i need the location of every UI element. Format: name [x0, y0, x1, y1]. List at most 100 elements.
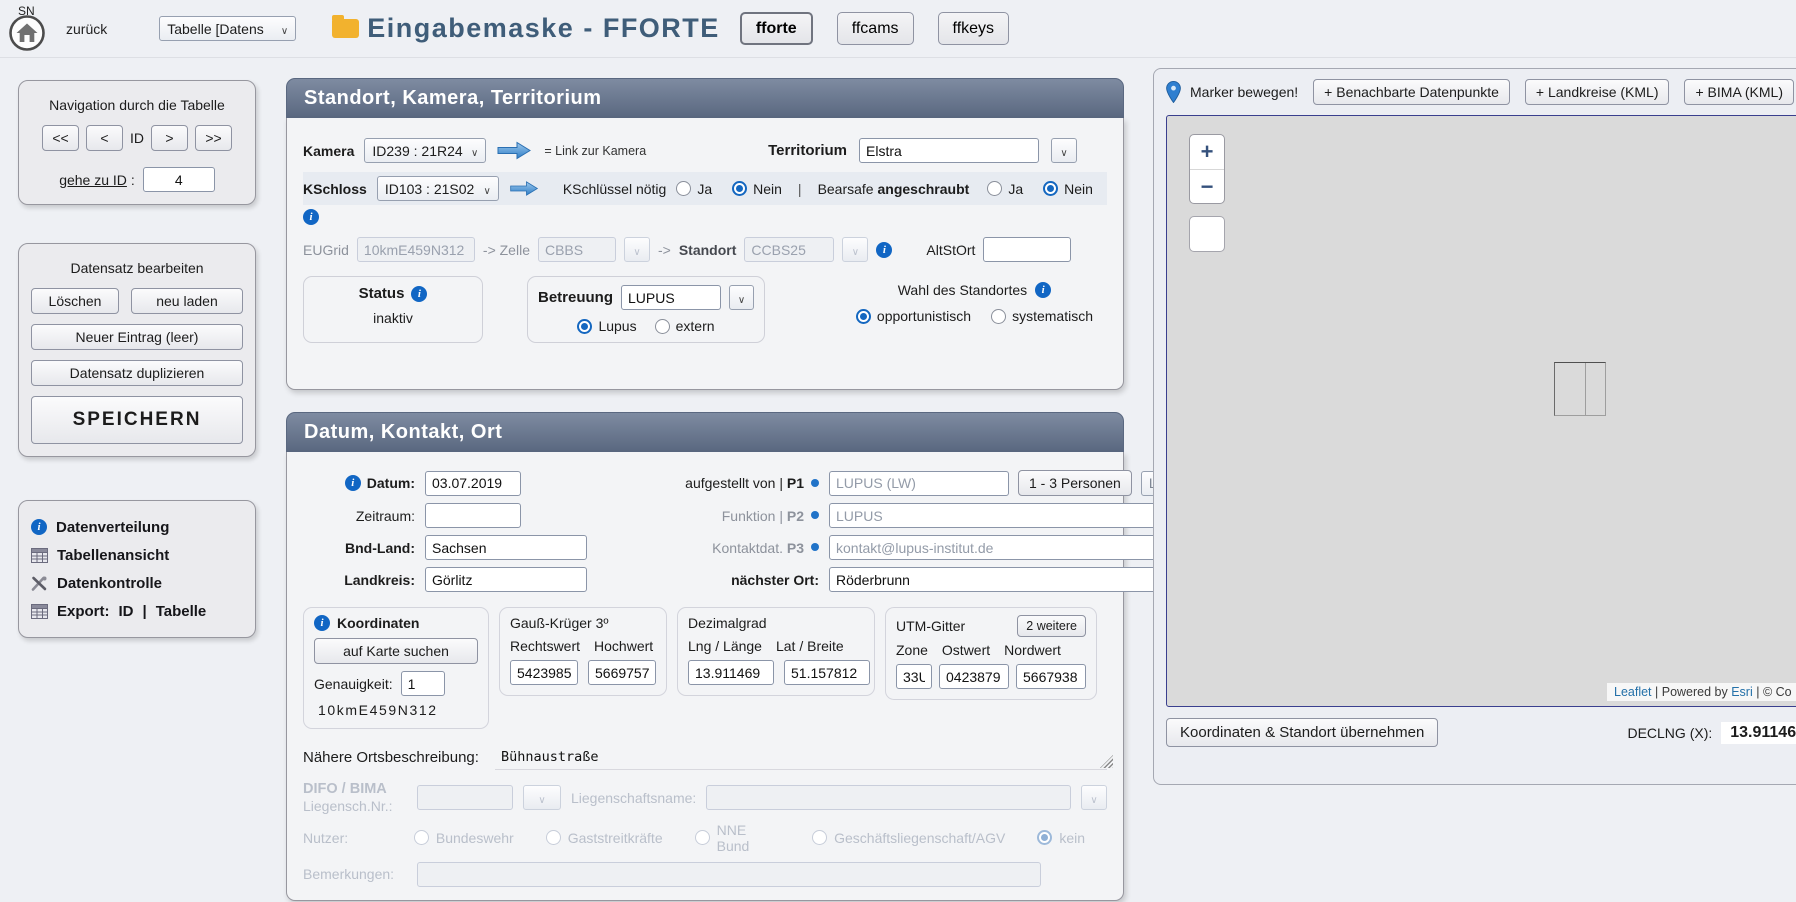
bearsafe-nein-label: Nein	[1064, 181, 1093, 197]
territorium-input[interactable]	[859, 138, 1039, 163]
nutzer-gaststreitkraefte-radio	[546, 830, 561, 845]
betreuung-select-button[interactable]	[729, 285, 754, 310]
goto-id-input[interactable]	[143, 167, 215, 192]
more-coords-button[interactable]: 2 weitere	[1017, 615, 1086, 637]
liegenschaftsname-input	[706, 785, 1071, 810]
nav-last-button[interactable]: >>	[195, 125, 232, 151]
table-icon	[31, 604, 48, 619]
zeitraum-input[interactable]	[425, 503, 521, 528]
table-select[interactable]: Tabelle [Datens	[159, 16, 296, 41]
kschluessel-nein-radio[interactable]	[732, 181, 747, 196]
map-panel: Marker bewegen! + Benachbarte Datenpunkt…	[1153, 68, 1796, 785]
chevron-down-icon	[738, 290, 745, 306]
bndland-input[interactable]	[425, 535, 587, 560]
link-datenverteilung[interactable]: i Datenverteilung	[31, 513, 243, 541]
kamera-link-note: = Link zur Kamera	[544, 144, 646, 158]
landkreise-kml-button[interactable]: + Landkreise (KML)	[1525, 79, 1670, 105]
reload-button[interactable]: neu laden	[131, 288, 243, 314]
neighbors-button[interactable]: + Benachbarte Datenpunkte	[1313, 79, 1510, 105]
betreuung-lupus-radio[interactable]	[577, 319, 592, 334]
genauigkeit-input[interactable]	[401, 671, 445, 696]
duplicate-button[interactable]: Datensatz duplizieren	[31, 360, 243, 386]
nutzer-kein-label: kein	[1059, 830, 1085, 846]
betreuung-extern-radio[interactable]	[655, 319, 670, 334]
zoom-out-button[interactable]: −	[1190, 169, 1224, 203]
wahl-label: Wahl des Standortes	[898, 282, 1027, 298]
info-icon	[811, 479, 819, 487]
rechtswert-input[interactable]	[510, 660, 578, 685]
territorium-select-button[interactable]	[1051, 138, 1077, 163]
p3-label: Kontaktdat. P3	[712, 540, 804, 556]
ortsbeschreibung-input[interactable]	[495, 745, 1107, 770]
marker-label: Marker bewegen!	[1190, 84, 1298, 100]
leaflet-link[interactable]: Leaflet	[1614, 685, 1652, 699]
info-icon[interactable]: i	[1035, 282, 1051, 298]
bearsafe-ja-radio[interactable]	[987, 181, 1002, 196]
zone-input[interactable]	[896, 664, 932, 689]
apply-coordinates-button[interactable]: Koordinaten & Standort übernehmen	[1166, 718, 1438, 747]
link-arrow-icon[interactable]	[496, 141, 532, 160]
kschluessel-ja-radio[interactable]	[676, 181, 691, 196]
genauigkeit-label: Genauigkeit:	[314, 676, 393, 692]
personen-button[interactable]: 1 - 3 Personen	[1018, 470, 1132, 496]
betreuung-input[interactable]	[621, 285, 721, 310]
zelle-input	[538, 237, 616, 262]
nutzer-label: Nutzer:	[303, 830, 404, 846]
standort-arrow: ->	[658, 242, 671, 258]
link-datenkontrolle[interactable]: Datenkontrolle	[31, 569, 243, 597]
info-icon[interactable]: i	[876, 242, 892, 258]
nav-first-button[interactable]: <<	[42, 125, 79, 151]
info-icon[interactable]: i	[411, 286, 427, 302]
hochwert-input[interactable]	[588, 660, 656, 685]
link-arrow-icon[interactable]	[509, 180, 539, 197]
altstort-label: AltStOrt	[926, 242, 975, 258]
home-icon[interactable]	[8, 14, 46, 55]
bearsafe-nein-radio[interactable]	[1043, 181, 1058, 196]
tab-fforte[interactable]: fforte	[740, 12, 813, 45]
nav-prev-button[interactable]: <	[86, 125, 123, 151]
standort-panel-title: Standort, Kamera, Territorium	[286, 78, 1124, 118]
wahl-systematisch-radio[interactable]	[991, 309, 1006, 324]
attribution-separator: |	[1652, 685, 1662, 699]
wahl-opportunistisch-radio[interactable]	[856, 309, 871, 324]
lng-label: Lng / Länge	[688, 638, 762, 654]
info-icon[interactable]: i	[345, 475, 361, 491]
link-datenkontrolle-label: Datenkontrolle	[57, 575, 162, 592]
bndland-label: Bnd-Land:	[345, 540, 415, 556]
page-title: Eingabemaske - FFORTE	[367, 13, 720, 44]
delete-button[interactable]: Löschen	[31, 288, 119, 314]
new-entry-button[interactable]: Neuer Eintrag (leer)	[31, 324, 243, 350]
kamera-select[interactable]: ID239 : 21R24	[364, 138, 486, 163]
navigation-box: Navigation durch die Tabelle << < ID > >…	[18, 80, 256, 205]
nav-next-button[interactable]: >	[151, 125, 188, 151]
lat-input[interactable]	[784, 660, 870, 685]
link-tabellenansicht[interactable]: Tabellenansicht	[31, 541, 243, 569]
ostwert-input[interactable]	[939, 664, 1009, 689]
export-id-link[interactable]: ID	[119, 603, 134, 620]
map-canvas[interactable]: + − Leaflet | Powered by Esri | © Co	[1166, 115, 1796, 707]
liegenschaftsname-select-button	[1081, 785, 1107, 810]
bima-kml-button[interactable]: + BIMA (KML)	[1684, 79, 1794, 105]
p1-input[interactable]	[829, 471, 1009, 496]
nutzer-nnebund-radio	[695, 830, 710, 845]
altstort-input[interactable]	[983, 237, 1071, 262]
nordwert-input[interactable]	[1016, 664, 1086, 689]
tab-ffkeys[interactable]: ffkeys	[938, 12, 1010, 45]
kschloss-select[interactable]: ID103 : 21S02	[377, 176, 499, 201]
info-icon[interactable]: i	[314, 615, 330, 631]
zoom-in-button[interactable]: +	[1190, 135, 1224, 169]
tab-ffcams[interactable]: ffcams	[837, 12, 914, 45]
datum-input[interactable]	[425, 471, 521, 496]
map-layers-button[interactable]	[1189, 216, 1225, 252]
zelle-label: -> Zelle	[483, 242, 530, 258]
eugrid-input	[357, 237, 475, 262]
export-table-link[interactable]: Tabelle	[156, 603, 207, 620]
esri-link[interactable]: Esri	[1731, 685, 1753, 699]
back-link[interactable]: zurück	[66, 21, 107, 37]
karte-suchen-button[interactable]: auf Karte suchen	[314, 638, 478, 664]
info-icon[interactable]: i	[303, 209, 319, 225]
goto-id-link[interactable]: gehe zu ID	[59, 172, 127, 188]
landkreis-input[interactable]	[425, 567, 587, 592]
lng-input[interactable]	[688, 660, 774, 685]
save-button[interactable]: SPEICHERN	[31, 396, 243, 444]
